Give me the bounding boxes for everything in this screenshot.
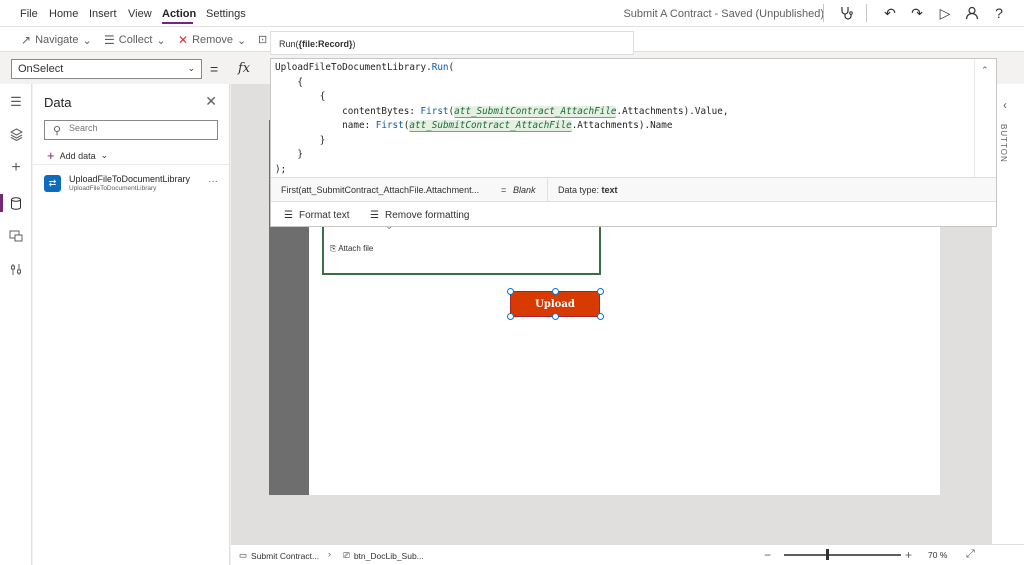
resize-handle[interactable] [507,313,514,320]
chevron-down-icon: ⌄ [156,34,166,47]
power-automate-flow-icon: ⇄ [44,175,61,192]
datasource-item[interactable]: ⇄ UploadFileToDocumentLibrary UploadFile… [44,174,224,196]
play-icon[interactable]: ▷ [935,4,955,22]
chevron-down-icon: ⌄ [187,63,195,73]
result-expression: First(att_SubmitContract_AttachFile.Atta… [281,185,480,195]
chevron-left-icon[interactable]: ‹ [1003,98,1007,112]
redo-icon[interactable]: ↷ [907,4,927,22]
app-title: Submit A Contract - Saved (Unpublished) [623,8,824,20]
database-icon[interactable] [7,194,25,212]
formula-result-row: First(att_SubmitContract_AttachFile.Atta… [271,177,996,202]
data-pane: Data ✕ ⚲ + Add data ⌄ ⇄ UploadFileToDocu… [33,84,230,565]
button-control-icon: ⎚ [343,550,350,560]
search-box[interactable]: ⚲ [44,120,218,140]
menu-file[interactable]: File [20,8,38,20]
person-icon[interactable] [962,4,982,22]
function-icon: ⊡ [258,34,268,46]
formula-code[interactable]: UploadFileToDocumentLibrary.Run( { { con… [275,61,728,177]
help-icon[interactable]: ? [989,4,1009,22]
divider [823,4,824,22]
close-icon[interactable]: ✕ [205,93,217,110]
active-rail-indicator [0,194,3,212]
pane-title: Data [44,95,72,110]
format-text-button[interactable]: ☰ Format text [284,210,350,221]
property-dropdown[interactable]: OnSelect ⌄ [11,59,202,79]
properties-strip-label: BUTTON [999,124,1008,163]
resize-handle[interactable] [507,288,514,295]
divider [547,178,548,202]
media-icon[interactable] [7,227,25,245]
zoom-slider-thumb[interactable] [826,549,829,560]
menu-bar: File Home Insert View Action Settings Su… [0,0,1024,27]
resize-handle[interactable] [597,288,604,295]
insert-plus-icon[interactable]: + [7,159,25,177]
divider [33,164,229,165]
zoom-level: 70 % [928,550,948,560]
attach-file-link[interactable]: ⎘ Attach file [330,244,373,254]
close-icon: ✕ [178,33,189,47]
zoom-slider[interactable] [784,554,901,556]
divider [866,4,867,22]
chevron-up-icon[interactable]: ⌃ [981,65,989,76]
search-icon: ⚲ [53,125,62,137]
undo-icon[interactable]: ↶ [880,4,900,22]
zoom-in-button[interactable]: + [905,548,912,562]
fit-to-window-icon[interactable]: ⤢ [966,548,975,561]
resize-handle[interactable] [552,288,559,295]
menu-settings[interactable]: Settings [206,8,246,20]
remove-formatting-icon: ☰ [370,210,379,221]
tools-icon[interactable] [7,260,25,278]
search-input[interactable] [69,123,209,133]
function-signature: Run({file:Record}) [270,31,634,55]
data-type: Data type: text [558,185,618,195]
status-bar: ▭ Submit Contract... › ⎚ btn_DocLib_Sub...… [231,544,1024,565]
chevron-down-icon: ⌄ [237,34,247,47]
menu-action[interactable]: Action [162,8,196,20]
active-menu-indicator [162,22,193,24]
zoom-out-button[interactable]: − [764,548,771,562]
result-value: Blank [513,185,536,195]
datasource-subtitle: UploadFileToDocumentLibrary [69,185,157,192]
stethoscope-icon[interactable] [836,4,856,22]
menu-home[interactable]: Home [49,8,78,20]
formula-collapse-bar[interactable]: ⌃ [974,59,996,177]
navigate-icon: ↗ [21,33,32,47]
remove-button[interactable]: ✕ Remove ⌄ [178,33,246,47]
add-data-button[interactable]: + Add data ⌄ [47,148,108,163]
datasource-name: UploadFileToDocumentLibrary [69,174,191,184]
left-rail: ☰ + [0,84,32,565]
control-tab[interactable]: ⎚ btn_DocLib_Sub... [343,550,424,561]
chevron-right-icon: › [328,549,331,559]
menu-insert[interactable]: Insert [89,8,117,20]
screen-icon: ▭ [239,550,248,560]
list-icon: ☰ [104,33,115,47]
format-row: ☰ Format text ☰ Remove formatting [271,201,996,227]
resize-handle[interactable] [597,313,604,320]
screen-tab[interactable]: ▭ Submit Contract... [239,550,319,561]
hamburger-menu-icon[interactable]: ☰ [7,93,25,111]
more-options-icon[interactable]: ··· [208,176,218,187]
navigate-button[interactable]: ↗ Navigate ⌄ [21,33,92,47]
plus-icon: + [47,148,55,163]
chevron-down-icon: ⌄ [100,150,109,160]
chevron-down-icon: ⌄ [82,34,92,47]
format-text-icon: ☰ [284,210,293,221]
menu-view[interactable]: View [128,8,152,20]
collect-button[interactable]: ☰ Collect ⌄ [104,33,166,47]
equals-sign: = [210,61,219,77]
remove-formatting-button[interactable]: ☰ Remove formatting [370,210,469,221]
resize-handle[interactable] [552,313,559,320]
fx-button[interactable]: fx ⌄ [232,59,264,90]
paperclip-icon: ⎘ [330,244,337,253]
formula-editor[interactable]: UploadFileToDocumentLibrary.Run( { { con… [270,58,997,227]
layers-icon[interactable] [7,125,25,143]
